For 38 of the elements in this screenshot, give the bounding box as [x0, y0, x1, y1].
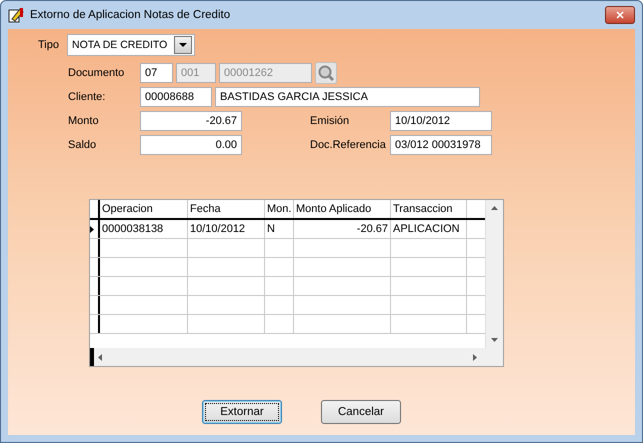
field-label: Doc.Referencia — [310, 139, 387, 151]
caret-icon — [179, 43, 187, 47]
table-cell: APLICACION — [391, 220, 467, 238]
column-header[interactable]: Mon. — [265, 200, 294, 218]
scroll-right-icon[interactable] — [473, 354, 477, 360]
field-label: Cliente: — [68, 91, 106, 103]
type-dropdown[interactable]: NOTA DE CREDITO — [67, 34, 195, 56]
field-label: Documento — [68, 67, 126, 79]
input-field[interactable]: 00008688 — [140, 87, 212, 107]
column-header[interactable]: Operacion — [100, 200, 188, 218]
table-cell: -20.67 — [294, 220, 391, 238]
vertical-scrollbar[interactable] — [485, 200, 503, 348]
scroll-up-icon[interactable] — [491, 206, 498, 210]
input-field[interactable]: 03/012 00031978 — [390, 135, 492, 155]
field-label: Tipo — [38, 39, 60, 51]
column-header[interactable]: Monto Aplicado — [294, 200, 391, 218]
table-cell: N — [265, 220, 294, 238]
app-icon — [8, 7, 24, 23]
field-label: Monto — [68, 115, 100, 127]
input-field[interactable]: -20.67 — [140, 111, 242, 131]
input-field[interactable]: 0.00 — [140, 135, 242, 155]
column-header[interactable]: Transaccion — [391, 200, 467, 218]
table-cell: 10/10/2012 — [188, 220, 265, 238]
input-field[interactable]: 07 — [140, 63, 173, 83]
input-field[interactable]: 10/10/2012 — [390, 111, 492, 131]
scroll-left-icon[interactable] — [98, 354, 102, 360]
window-title: Extorno de Aplicacion Notas de Credito — [30, 9, 232, 21]
search-icon[interactable] — [315, 62, 337, 84]
column-header[interactable]: Fecha — [188, 200, 265, 218]
dialog-button[interactable]: Extornar — [202, 400, 282, 424]
dialog-button[interactable]: Cancelar — [321, 400, 401, 424]
horizontal-scrollbar[interactable] — [90, 348, 503, 366]
input-field[interactable]: BASTIDAS GARCIA JESSICA — [215, 87, 480, 107]
table-cell: 0000038138 — [100, 220, 188, 238]
field-label: Saldo — [68, 139, 98, 151]
field-label: Emisión — [310, 115, 350, 127]
scroll-down-icon[interactable] — [491, 338, 498, 342]
row-pointer-icon — [90, 226, 94, 232]
